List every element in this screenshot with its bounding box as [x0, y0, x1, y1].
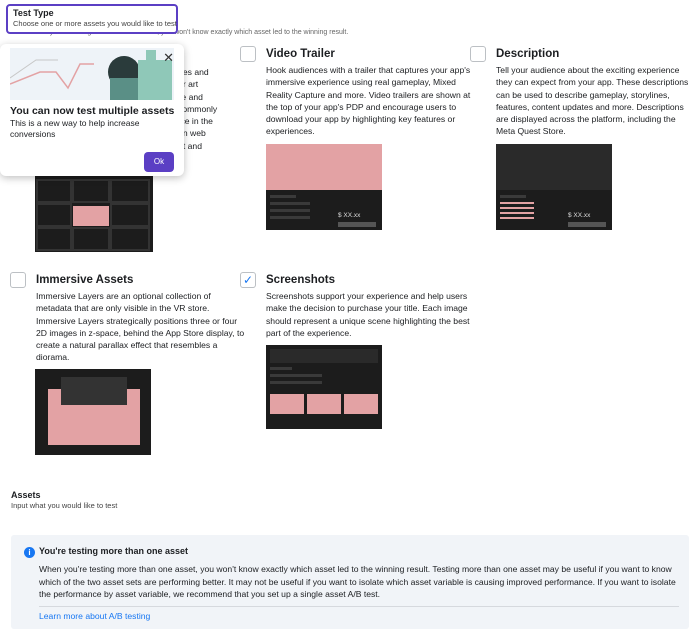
placeholder-bar: [270, 209, 310, 212]
card-immersive-assets: Immersive Assets Immersive Layers are an…: [10, 272, 244, 372]
store-panel: [61, 377, 127, 405]
assets-title: Assets: [11, 490, 41, 500]
media-area: [496, 144, 612, 190]
illustration-art: [10, 48, 174, 100]
price-label: $ XX.xx: [568, 212, 591, 219]
description-title: Description: [496, 48, 560, 60]
screenshots-checkbox[interactable]: ✓: [240, 272, 256, 288]
screenshot-slot: [270, 394, 304, 414]
video-trailer-thumbnail: $ XX.xx: [266, 144, 382, 230]
price-label: $ XX.xx: [338, 212, 361, 219]
info-icon: i: [24, 547, 35, 558]
placeholder-bar: [270, 367, 292, 370]
multi-asset-info-banner: i You're testing more than one asset Whe…: [11, 535, 689, 629]
highlight-bar: [500, 207, 534, 209]
placeholder-bar: [500, 195, 526, 198]
highlight-bar: [500, 212, 534, 214]
immersive-assets-description: Immersive Layers are an optional collect…: [36, 291, 245, 363]
test-type-title: Test Type: [13, 8, 54, 18]
test-type-header: Test Type Choose one or more assets you …: [6, 4, 178, 34]
screenshot-slot: [344, 394, 378, 414]
popover-title: You can now test multiple assets: [10, 105, 175, 117]
video-trailer-title: Video Trailer: [266, 48, 335, 60]
placeholder-bar: [270, 195, 296, 198]
popover-body: This is a new way to help increase conve…: [10, 118, 140, 139]
video-trailer-checkbox[interactable]: [240, 46, 256, 62]
placeholder-bar: [270, 202, 310, 205]
immersive-assets-checkbox[interactable]: [10, 272, 26, 288]
multi-asset-popover: ✕ You can now test multiple assets This …: [0, 44, 184, 176]
info-body: When you're testing more than one asset,…: [39, 564, 676, 600]
learn-more-link[interactable]: Learn more about A/B testing: [39, 611, 150, 621]
video-trailer-description: Hook audiences with a trailer that captu…: [266, 65, 471, 137]
buy-bar: [338, 222, 376, 227]
test-type-subtitle: Choose one or more assets you would like…: [13, 19, 177, 28]
assets-subtitle: Input what you would like to test: [11, 501, 118, 510]
immersive-assets-thumbnail: [35, 369, 151, 455]
description-thumbnail: $ XX.xx: [496, 144, 612, 230]
description-checkbox[interactable]: [470, 46, 486, 62]
immersive-assets-title: Immersive Assets: [36, 274, 134, 286]
info-divider: [39, 606, 679, 607]
info-title: You're testing more than one asset: [39, 546, 189, 556]
description-description: Tell your audience about the exciting ex…: [496, 65, 689, 137]
placeholder-bar: [270, 381, 322, 384]
video-area: [266, 144, 382, 190]
screenshots-thumbnail: [266, 345, 382, 429]
highlight-bar: [500, 202, 534, 204]
screenshots-description: Screenshots support your experience and …: [266, 291, 470, 338]
highlight-bar: [500, 217, 534, 219]
buy-bar: [568, 222, 606, 227]
media-area: [270, 349, 378, 363]
placeholder-bar: [270, 374, 322, 377]
popover-illustration: [10, 48, 174, 100]
screenshots-title: Screenshots: [266, 274, 336, 286]
placeholder-bar: [270, 216, 310, 219]
close-icon[interactable]: ✕: [163, 51, 174, 64]
ok-button[interactable]: Ok: [144, 152, 174, 172]
screenshot-slot: [307, 394, 341, 414]
